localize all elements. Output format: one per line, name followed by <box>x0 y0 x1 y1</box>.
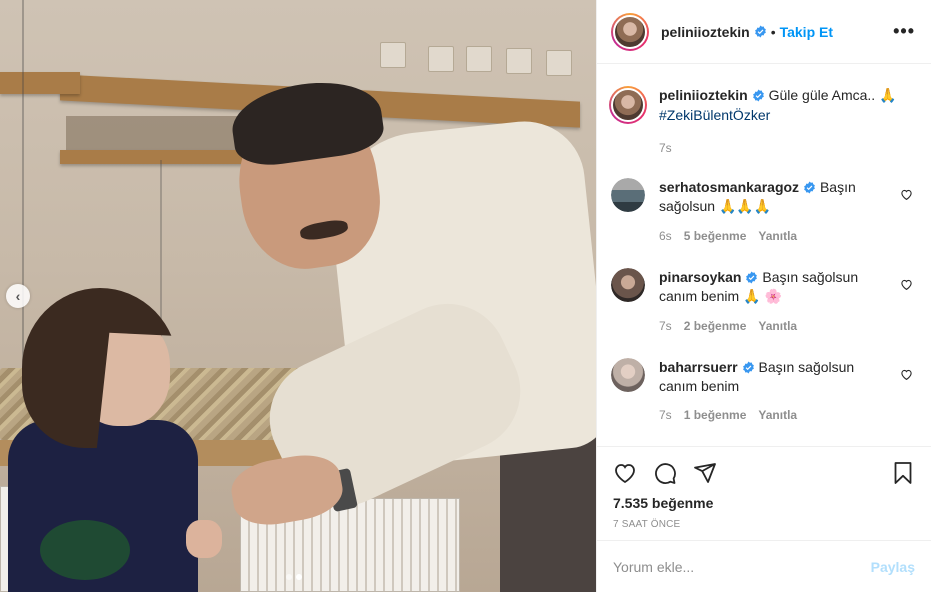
heart-icon[interactable] <box>613 461 637 485</box>
avatar <box>613 14 647 49</box>
comment-body: pinarsoykan Başın sağolsun canım benim 🙏… <box>659 268 875 336</box>
comment-row: serhatosmankaragoz Başın sağolsun 🙏🙏🙏 6s… <box>611 178 915 246</box>
comment-username[interactable]: serhatosmankaragoz <box>659 179 799 195</box>
post-timestamp: 7 SAAT ÖNCE <box>613 519 681 530</box>
comment-likes[interactable]: 5 beğenme <box>684 227 747 246</box>
verified-icon <box>742 361 754 374</box>
comment-emoji: 🙏🙏🙏 <box>718 199 772 215</box>
caption-message: Güle güle Amca.. <box>768 87 876 103</box>
author-avatar[interactable] <box>611 12 649 51</box>
photo-wire <box>22 0 24 400</box>
photo-outlet <box>428 46 454 72</box>
caption-body: peliniioztekin Güle güle Amca.. 🙏 #ZekiB… <box>659 86 909 158</box>
verified-icon <box>752 89 764 102</box>
avatar <box>611 268 645 302</box>
comment-time[interactable]: 7s <box>659 317 672 336</box>
verified-icon <box>754 25 766 38</box>
caption-username[interactable]: peliniioztekin <box>659 87 748 103</box>
header-user: peliniioztekin • Takip Et <box>661 24 833 40</box>
share-icon[interactable] <box>693 461 717 485</box>
comment-username[interactable]: baharrsuerr <box>659 359 738 375</box>
avatar <box>611 358 645 392</box>
comment-meta: 7s 2 beğenme Yanıtla <box>659 317 875 336</box>
bookmark-icon[interactable] <box>891 461 915 485</box>
author-username[interactable]: peliniioztekin <box>661 24 750 40</box>
comment-emoji: 🙏 🌸 <box>743 289 783 305</box>
comment-meta: 6s 5 beğenme Yanıtla <box>659 227 875 246</box>
comment-icon[interactable] <box>653 461 677 485</box>
comment-body: baharrsuerr Başın sağolsun canım benim 7… <box>659 358 875 425</box>
photo-kid-sweater-pattern <box>40 520 130 580</box>
caption-avatar[interactable] <box>609 86 647 124</box>
comment-row: baharrsuerr Başın sağolsun canım benim 7… <box>611 358 915 425</box>
comment-likes[interactable]: 1 beğenme <box>684 406 747 425</box>
comment-avatar[interactable] <box>611 358 645 392</box>
comment-username[interactable]: pinarsoykan <box>659 269 741 285</box>
photo-outlet <box>546 50 572 76</box>
comment-time[interactable]: 6s <box>659 227 672 246</box>
photo-shelf <box>0 72 80 94</box>
post-header: peliniioztekin • Takip Et ••• <box>597 0 931 64</box>
heart-icon[interactable] <box>900 188 913 201</box>
verified-icon <box>746 271 758 284</box>
comment-input[interactable] <box>613 558 871 575</box>
more-icon[interactable]: ••• <box>893 21 915 42</box>
post-comment-button[interactable]: Paylaş <box>871 559 915 575</box>
caption-hashtag[interactable]: #ZekiBülentÖzker <box>659 107 770 123</box>
reply-button[interactable]: Yanıtla <box>758 406 797 425</box>
comment-row: pinarsoykan Başın sağolsun canım benim 🙏… <box>611 268 915 336</box>
action-bar <box>613 459 915 487</box>
avatar <box>611 178 645 212</box>
reply-button[interactable]: Yanıtla <box>758 317 797 336</box>
post-photo: ‹ <box>0 0 596 592</box>
photo-kid-hand <box>186 520 222 558</box>
comments-list: peliniioztekin Güle güle Amca.. 🙏 #ZekiB… <box>597 64 931 446</box>
chevron-left-icon: ‹ <box>15 288 21 304</box>
caption-time[interactable]: 7s <box>659 139 672 158</box>
likes-count[interactable]: 7.535 beğenme <box>613 495 915 511</box>
reply-button[interactable]: Yanıtla <box>758 227 797 246</box>
comment-text: baharrsuerr Başın sağolsun canım benim <box>659 358 875 396</box>
comment-avatar[interactable] <box>611 268 645 302</box>
verified-icon <box>804 181 815 194</box>
caption-meta: 7s <box>659 139 909 158</box>
comment-time[interactable]: 7s <box>659 406 672 425</box>
heart-icon[interactable] <box>900 278 913 291</box>
carousel-dots <box>286 574 302 580</box>
comment-body: serhatosmankaragoz Başın sağolsun 🙏🙏🙏 6s… <box>659 178 875 246</box>
photo-outlet <box>506 48 532 74</box>
photo-outlet <box>466 46 492 72</box>
caption-row: peliniioztekin Güle güle Amca.. 🙏 #ZekiB… <box>609 86 915 158</box>
post-side-panel: peliniioztekin • Takip Et ••• peliniiozt… <box>596 0 931 592</box>
comment-avatar[interactable] <box>611 178 645 212</box>
carousel-prev-button[interactable]: ‹ <box>6 284 30 308</box>
heart-icon[interactable] <box>900 368 913 381</box>
caption-emoji: 🙏 <box>879 88 897 104</box>
caption-text: peliniioztekin Güle güle Amca.. 🙏 #ZekiB… <box>659 86 909 125</box>
post-actions: 7.535 beğenme 7 SAAT ÖNCE <box>597 446 931 540</box>
carousel-dot <box>286 574 292 580</box>
carousel-dot-active <box>296 574 302 580</box>
header-separator: • <box>770 23 776 40</box>
photo-outlet <box>380 42 406 68</box>
instagram-post: ‹ peliniioztekin • Takip Et ••• peliniio… <box>0 0 931 592</box>
comment-text: pinarsoykan Başın sağolsun canım benim 🙏… <box>659 268 875 307</box>
avatar <box>611 88 645 122</box>
follow-button[interactable]: Takip Et <box>780 24 833 40</box>
add-comment-bar: Paylaş <box>597 540 931 592</box>
comment-meta: 7s 1 beğenme Yanıtla <box>659 406 875 425</box>
comment-likes[interactable]: 2 beğenme <box>684 317 747 336</box>
comment-text: serhatosmankaragoz Başın sağolsun 🙏🙏🙏 <box>659 178 875 217</box>
